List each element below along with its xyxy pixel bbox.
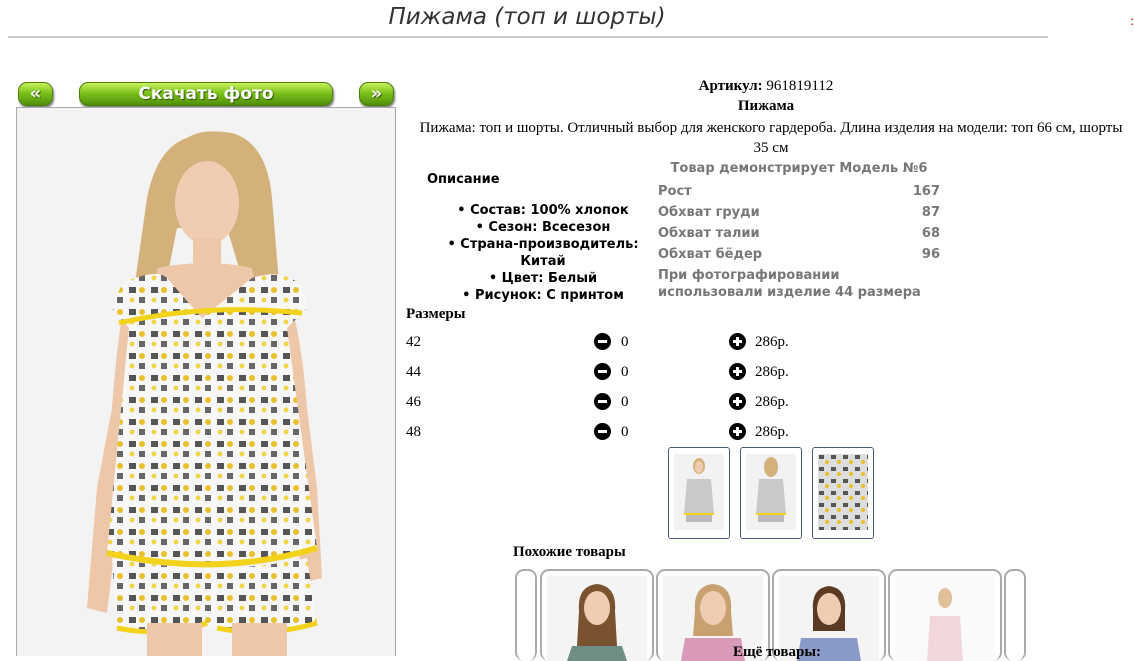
model-measurements: Товар демонстрирует Модель №6 Рост 167 Об…	[658, 160, 940, 301]
title-divider	[8, 36, 1048, 38]
article-line: Артикул: 961819112	[402, 78, 1130, 95]
model-size-note: При фотографировании использовали издели…	[658, 268, 921, 300]
quantity-value: 0	[621, 364, 629, 380]
plus-circle-icon[interactable]	[729, 333, 746, 350]
article-label: Артикул:	[698, 78, 763, 94]
similar-product-card[interactable]	[540, 569, 654, 661]
feature-item: • Состав: 100% хлопок	[457, 203, 629, 218]
plus-circle-icon[interactable]	[729, 393, 746, 410]
size-row: 42 0 286р.	[406, 331, 806, 353]
download-photo-button[interactable]: Скачать фото	[79, 82, 333, 106]
minus-circle-icon[interactable]	[594, 393, 611, 410]
price: 286р.	[755, 334, 789, 350]
plus-circle-icon[interactable]	[729, 363, 746, 380]
quantity-value: 0	[621, 424, 629, 440]
prev-photo-button[interactable]: «	[18, 82, 53, 106]
thumbnail-image	[746, 454, 796, 530]
minus-circle-icon[interactable]	[594, 423, 611, 440]
similar-product-card[interactable]	[888, 569, 1002, 661]
photo-thumbnail-fabric[interactable]	[812, 447, 874, 539]
article-value: 961819112	[766, 78, 834, 94]
price: 286р.	[755, 394, 789, 410]
price: 286р.	[755, 424, 789, 440]
sizes-heading: Размеры	[406, 306, 466, 322]
description-heading: Описание	[427, 172, 500, 187]
size-row: 48 0 286р.	[406, 421, 806, 443]
size-label: 44	[406, 364, 421, 380]
size-row: 44 0 286р.	[406, 361, 806, 383]
minus-circle-icon[interactable]	[594, 333, 611, 350]
feature-item: • Рисунок: С принтом	[462, 288, 624, 303]
main-product-photo[interactable]	[16, 107, 396, 656]
carousel-prev-edge[interactable]	[515, 569, 537, 661]
more-products-label: Ещё товары:	[733, 644, 822, 660]
next-photo-button[interactable]: »	[359, 82, 394, 106]
edge-marker: :	[1130, 14, 1134, 29]
price: 286р.	[755, 364, 789, 380]
minus-circle-icon[interactable]	[594, 363, 611, 380]
measurement-row: Обхват бёдер 96	[658, 247, 940, 262]
feature-item: • Цвет: Белый	[488, 271, 598, 286]
photo-thumbnail-back[interactable]	[740, 447, 802, 539]
product-name: Пижама	[737, 98, 795, 114]
quantity-value: 0	[621, 394, 629, 410]
measurement-row: Обхват талии 68	[658, 226, 940, 241]
feature-list: • Состав: 100% хлопок • Сезон: Всесезон …	[425, 202, 661, 304]
photo-thumbnail-front[interactable]	[668, 447, 730, 539]
similar-products-heading: Похожие товары	[513, 544, 626, 560]
model-photo-illustration	[17, 108, 395, 656]
size-label: 42	[406, 334, 421, 350]
size-label: 48	[406, 424, 421, 440]
feature-item: • Страна-производитель: Китай	[447, 237, 639, 269]
measurement-row: Рост 167	[658, 184, 940, 199]
plus-circle-icon[interactable]	[729, 423, 746, 440]
similar-product-image	[547, 576, 647, 661]
thumbnail-image	[818, 454, 868, 530]
similar-product-image	[895, 576, 995, 661]
feature-item: • Сезон: Всесезон	[475, 220, 611, 235]
carousel-next-edge[interactable]	[1004, 569, 1026, 661]
quantity-value: 0	[621, 334, 629, 350]
thumbnail-image	[674, 454, 724, 530]
model-heading: Товар демонстрирует Модель №6	[670, 161, 928, 176]
size-row: 46 0 286р.	[406, 391, 806, 413]
measurement-row: Обхват груди 87	[658, 205, 940, 220]
product-description: Пижама: топ и шорты. Отличный выбор для …	[419, 120, 1123, 156]
size-label: 46	[406, 394, 421, 410]
page-title: Пижама (топ и шорты)	[388, 4, 666, 30]
